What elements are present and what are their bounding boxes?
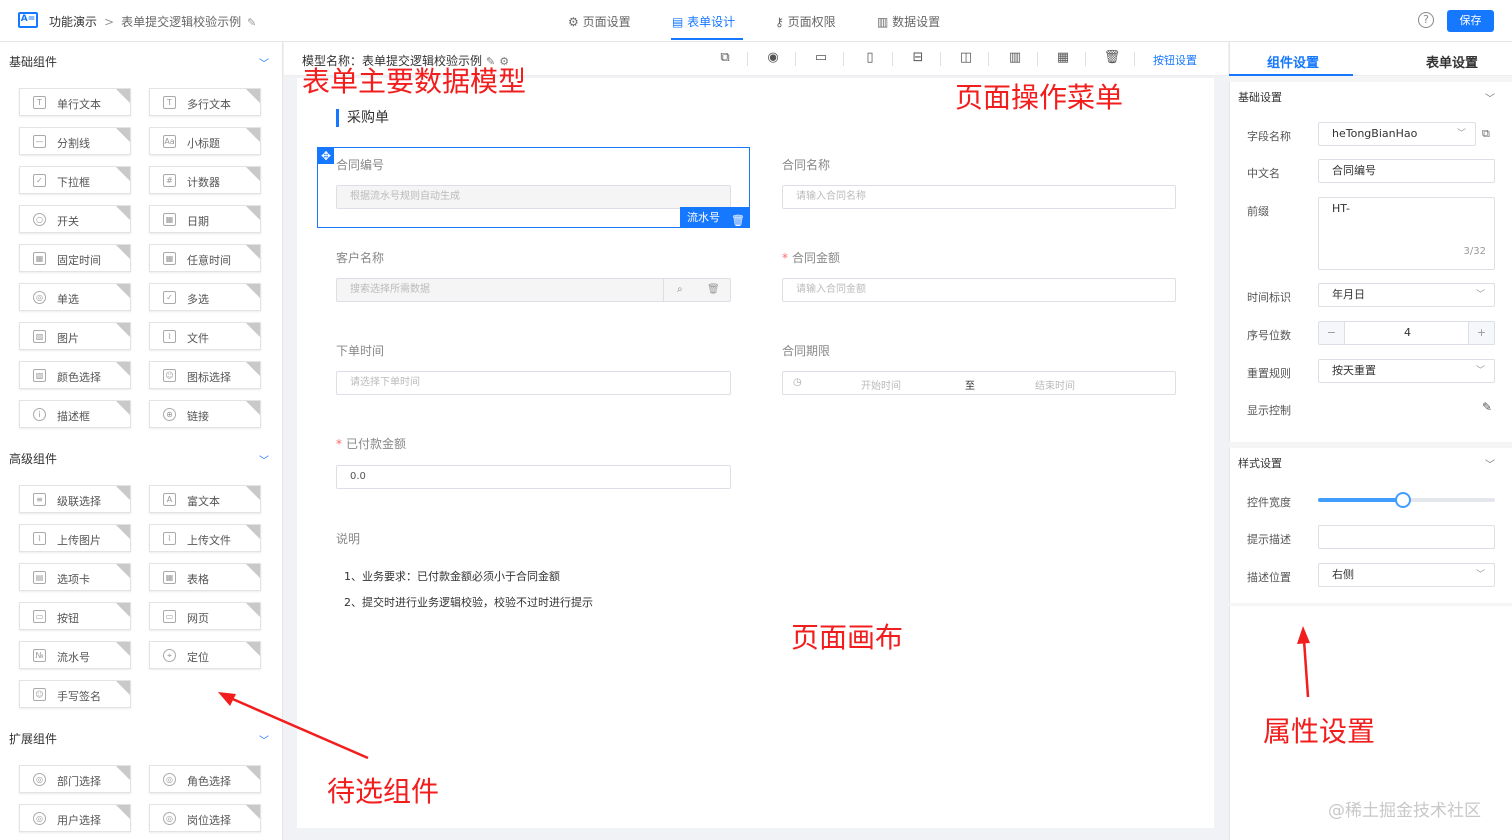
arrow-head: [218, 692, 236, 706]
arrow-head: [1297, 626, 1310, 644]
arrow-line: [1302, 639, 1310, 698]
arrow-line: [227, 695, 369, 760]
annotation-arrows: [218, 626, 1310, 760]
watermark: @稀土掘金技术社区: [1328, 801, 1481, 821]
